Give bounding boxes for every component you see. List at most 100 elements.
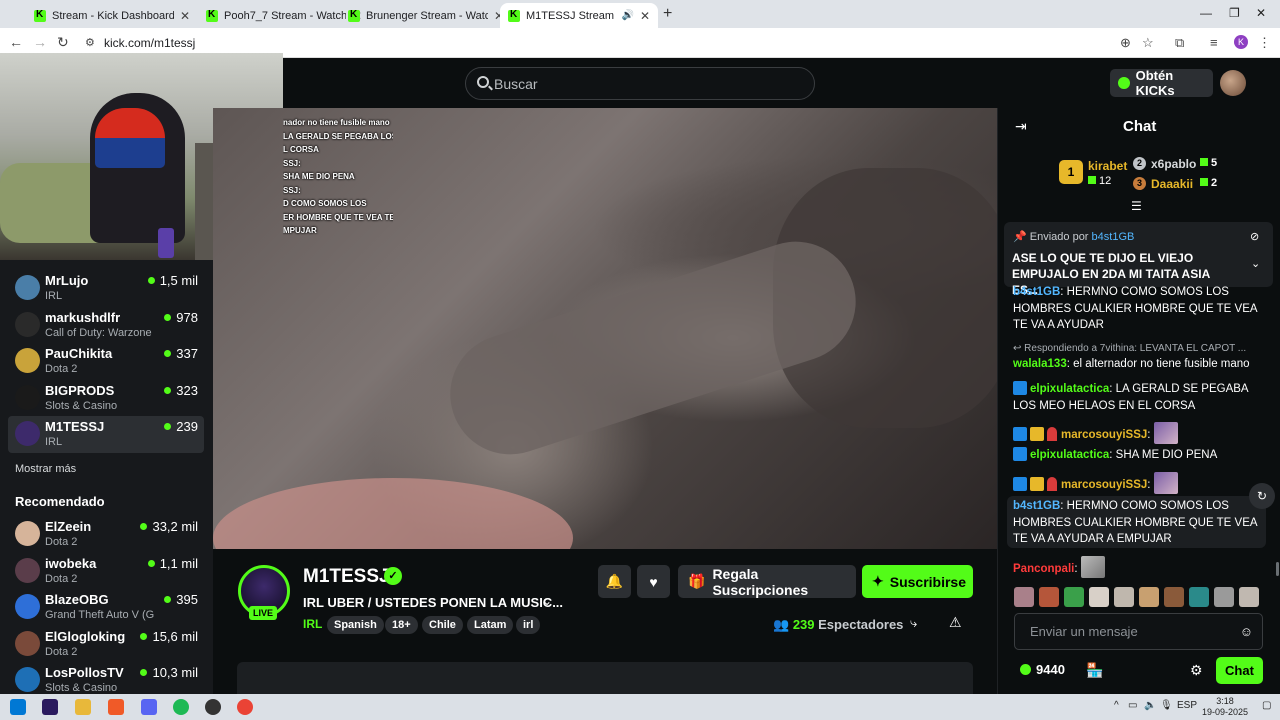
volume-icon[interactable]: 🔈	[1144, 700, 1156, 711]
tag-chip[interactable]: 18+	[385, 616, 418, 634]
channel-category: Dota 2	[45, 363, 78, 376]
notification-bell-button[interactable]: 🔔	[598, 565, 631, 598]
notifications-icon[interactable]: ▢	[1262, 700, 1271, 711]
chat-username[interactable]: b4st1GB	[1013, 500, 1060, 512]
chat-scrollbar[interactable]	[1276, 562, 1279, 576]
minimize-icon[interactable]: —	[1200, 6, 1212, 20]
sidebar-channel-m1tessj[interactable]: M1TESSJ IRL 239	[8, 416, 204, 454]
reload-icon[interactable]: ↻	[57, 34, 69, 51]
report-warning-icon[interactable]: ⚠	[949, 614, 962, 631]
emote-icon[interactable]	[1164, 587, 1184, 607]
profile-avatar[interactable]: K	[1234, 35, 1248, 49]
overlay-chat-line: MPUJAR	[283, 226, 317, 235]
keyboard-language[interactable]: ESP	[1177, 700, 1197, 711]
extensions-icon[interactable]: ⧉	[1175, 35, 1184, 51]
share-icon[interactable]: ⤷	[910, 615, 917, 631]
store-icon[interactable]: 🏪	[1086, 662, 1103, 679]
url-field[interactable]: kick.com/m1tessj	[104, 36, 195, 50]
emote-icon[interactable]	[1239, 587, 1259, 607]
tag-chip[interactable]: Latam	[467, 616, 514, 634]
browser-tab-active[interactable]: M1TESSJ Stream - Watch Li 🔊 ✕	[500, 3, 658, 28]
menu-dots-icon[interactable]: ⋮	[1258, 35, 1271, 51]
system-clock[interactable]: 3:18 19-09-2025	[1202, 696, 1248, 718]
channel-points[interactable]: 9440	[1020, 662, 1065, 677]
brave-icon[interactable]	[108, 699, 124, 715]
get-kicks-button[interactable]: Obtén KICKs	[1110, 68, 1213, 98]
bookmark-star-icon[interactable]: ☆	[1142, 35, 1154, 51]
pinned-user[interactable]: b4st1GB	[1092, 231, 1135, 243]
sidebar-channel-markushdlfr[interactable]: markushdlfr Call of Duty: Warzone 978	[8, 307, 204, 344]
sidebar-channel-bigprods[interactable]: BIGPRODS Slots & Casino 323	[8, 380, 204, 417]
chrome-icon[interactable]	[237, 699, 253, 715]
emote-icon[interactable]	[1039, 587, 1059, 607]
discord-icon[interactable]	[141, 699, 157, 715]
site-info-icon[interactable]: ⚙	[85, 36, 95, 49]
hide-pin-icon[interactable]: ⊘	[1250, 230, 1259, 243]
forward-icon[interactable]: →	[33, 34, 47, 50]
tag-chip[interactable]: irl	[516, 616, 541, 634]
chevron-down-icon[interactable]: ⌄	[1251, 257, 1260, 270]
category-link[interactable]: IRL	[303, 617, 322, 631]
back-icon[interactable]: ←	[9, 34, 23, 50]
emote-icon[interactable]	[1214, 587, 1234, 607]
tag-chip[interactable]: Spanish	[327, 616, 384, 634]
chevron-down-icon[interactable]: ⌄	[542, 594, 552, 608]
emote-icon[interactable]	[1064, 587, 1084, 607]
emoji-picker-icon[interactable]: ☺	[1240, 624, 1253, 639]
emote-icon[interactable]	[1089, 587, 1109, 607]
send-chat-button[interactable]: Chat	[1216, 657, 1263, 684]
subscribe-button[interactable]: ✦ Suscribirse	[862, 565, 973, 598]
chat-username[interactable]: b4st1GB	[1013, 286, 1060, 298]
sidebar-channel-iwobeka[interactable]: iwobeka Dota 2 1,1 mil	[8, 553, 204, 590]
sidebar-channel-mrlujo[interactable]: MrLujo IRL 1,5 mil	[8, 270, 204, 307]
gifter-name[interactable]: Daaakii	[1151, 177, 1193, 191]
chat-username[interactable]: Panconpali	[1013, 563, 1074, 575]
close-window-icon[interactable]: ✕	[1256, 6, 1266, 20]
emote-icon[interactable]	[1114, 587, 1134, 607]
chat-username[interactable]: walala133	[1013, 358, 1067, 370]
chat-username[interactable]: elpixulatactica	[1030, 449, 1109, 461]
channel-name: M1TESSJ	[45, 419, 105, 435]
tray-chevron-icon[interactable]: ^	[1114, 700, 1119, 711]
close-icon[interactable]: ✕	[180, 9, 190, 23]
windows-start-icon[interactable]	[10, 699, 26, 715]
zoom-icon[interactable]: ⊕	[1120, 35, 1131, 51]
emote-icon[interactable]	[1014, 587, 1034, 607]
channel-name[interactable]: M1TESSJ	[303, 566, 390, 588]
chat-username[interactable]: marcosouyiSSJ	[1061, 479, 1147, 491]
gift-subs-button[interactable]: 🎁 Regala Suscripciones	[678, 565, 856, 598]
network-icon[interactable]: ▭	[1128, 700, 1137, 711]
sidebar-channel-blazeobg[interactable]: BlazeOBG Grand Theft Auto V (G... 395	[8, 589, 204, 626]
media-control-icon[interactable]: ≡	[1210, 35, 1218, 50]
browser-tab[interactable]: Stream - Kick Dashboard ✕	[26, 3, 198, 28]
follow-heart-button[interactable]: ♥	[637, 565, 670, 598]
leaderboard-expand-icon[interactable]: ☰	[1131, 199, 1142, 213]
file-explorer-icon[interactable]	[75, 699, 91, 715]
chat-username[interactable]: elpixulatactica	[1030, 383, 1109, 395]
obs-icon[interactable]	[205, 699, 221, 715]
collapse-chat-icon[interactable]: ⇥	[1015, 118, 1027, 135]
tag-chip[interactable]: Chile	[422, 616, 463, 634]
user-avatar[interactable]	[1220, 70, 1246, 96]
emote-icon[interactable]	[1139, 587, 1159, 607]
speaker-icon[interactable]: 🔊	[621, 10, 633, 21]
top-gifter-name[interactable]: kirabet	[1088, 159, 1127, 173]
resume-chat-icon[interactable]: ↻	[1249, 483, 1275, 509]
browser-tab[interactable]: Brunenger Stream - Watch Live ✕	[340, 3, 512, 28]
search-input[interactable]: Buscar	[465, 67, 815, 100]
microphone-icon[interactable]: 🎙	[1160, 700, 1173, 711]
maximize-icon[interactable]: ❐	[1229, 6, 1240, 20]
spotify-icon[interactable]	[173, 699, 189, 715]
sidebar-channel-pauchikita[interactable]: PauChikita Dota 2 337	[8, 343, 204, 380]
emote-icon[interactable]	[1189, 587, 1209, 607]
chat-message-input[interactable]: Enviar un mensaje ☺	[1014, 613, 1263, 650]
premiere-icon[interactable]	[42, 699, 58, 715]
new-tab-icon[interactable]: +	[663, 5, 672, 23]
show-more-link[interactable]: Mostrar más	[15, 463, 76, 475]
gifter-name[interactable]: x6pablo	[1151, 157, 1196, 171]
close-icon[interactable]: ✕	[640, 9, 650, 23]
chat-username[interactable]: marcosouyiSSJ	[1061, 429, 1147, 441]
sidebar-channel-elglogloking[interactable]: ElGlogloking Dota 2 15,6 mil	[8, 626, 204, 663]
chat-settings-gear-icon[interactable]: ⚙	[1190, 662, 1203, 679]
sidebar-channel-elzeein[interactable]: ElZeein Dota 2 33,2 mil	[8, 516, 204, 553]
